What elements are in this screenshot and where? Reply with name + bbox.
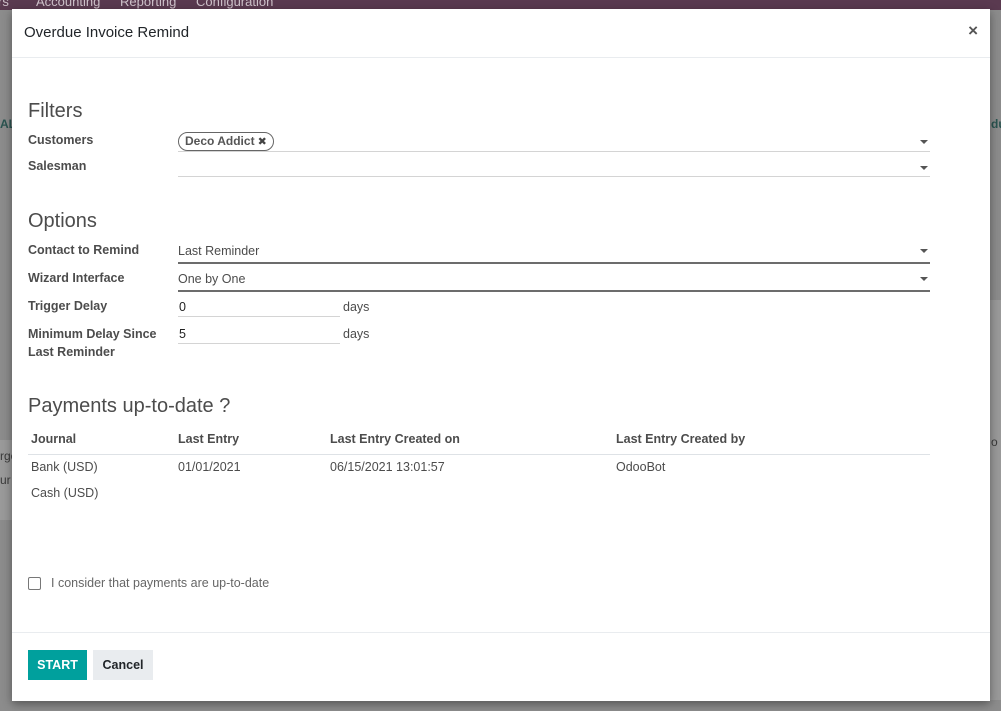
- menu-item-accounting[interactable]: Accounting: [36, 0, 100, 9]
- start-button[interactable]: START: [28, 650, 87, 680]
- table-cell-journal: Cash (USD): [31, 486, 99, 500]
- cancel-button[interactable]: Cancel: [93, 650, 153, 680]
- customers-dropdown-icon[interactable]: [920, 140, 928, 144]
- close-icon[interactable]: ×: [968, 22, 978, 39]
- customer-tag: Deco Addict ✖: [178, 132, 274, 151]
- contact-to-remind-label: Contact to Remind: [28, 243, 140, 257]
- wizard-interface-underline: [178, 290, 930, 292]
- column-header-last-entry: Last Entry: [178, 432, 240, 446]
- menu-item-partial[interactable]: rs: [0, 0, 9, 9]
- trigger-delay-label: Trigger Delay: [28, 299, 108, 313]
- column-header-created-by: Last Entry Created by: [616, 432, 746, 446]
- table-header-divider: [28, 454, 930, 455]
- salesman-label: Salesman: [28, 159, 87, 173]
- trigger-delay-input[interactable]: [178, 297, 340, 317]
- options-section-title: Options: [28, 210, 97, 232]
- table-cell-journal: Bank (USD): [31, 460, 98, 474]
- payments-up-to-date-checkbox[interactable]: [28, 577, 41, 590]
- filters-section-title: Filters: [28, 100, 83, 122]
- table-cell-last-entry: 01/01/2021: [178, 460, 241, 474]
- minimum-delay-label: Minimum Delay Since Last Reminder: [28, 327, 157, 359]
- customers-label: Customers: [28, 133, 94, 147]
- menu-item-reporting[interactable]: Reporting: [120, 0, 176, 9]
- minimum-delay-input[interactable]: [178, 324, 340, 344]
- payments-up-to-date-label[interactable]: I consider that payments are up-to-date: [51, 576, 269, 590]
- background-edge-text: du: [991, 117, 1001, 131]
- minimum-delay-unit: days: [343, 327, 370, 341]
- salesman-field[interactable]: [178, 176, 930, 177]
- contact-dropdown-icon[interactable]: [920, 249, 928, 253]
- wizard-dropdown-icon[interactable]: [920, 277, 928, 281]
- wizard-interface-label: Wizard Interface: [28, 271, 125, 285]
- dialog-title: Overdue Invoice Remind: [24, 24, 190, 41]
- background-right-panel: [990, 300, 1001, 700]
- trigger-delay-unit: days: [343, 300, 370, 314]
- menu-item-configuration[interactable]: Configuration: [196, 0, 273, 9]
- column-header-journal: Journal: [31, 432, 77, 446]
- salesman-dropdown-icon[interactable]: [920, 166, 928, 170]
- background-edge-text: ur: [0, 473, 11, 487]
- customers-field[interactable]: [178, 151, 930, 152]
- wizard-interface-select[interactable]: One by One: [178, 272, 245, 286]
- customer-tag-label: Deco Addict: [185, 134, 255, 148]
- table-cell-created-on: 06/15/2021 13:01:57: [330, 460, 445, 474]
- overdue-invoice-remind-dialog: Overdue Invoice Remind × Filters Custome…: [12, 9, 990, 701]
- payments-section-title: Payments up-to-date ?: [28, 395, 231, 417]
- remove-tag-icon[interactable]: ✖: [258, 136, 267, 148]
- dialog-footer: START Cancel: [12, 632, 990, 701]
- table-cell-created-by: OdooBot: [616, 460, 666, 474]
- dialog-header: Overdue Invoice Remind ×: [12, 9, 990, 58]
- contact-to-remind-select[interactable]: Last Reminder: [178, 244, 259, 258]
- background-edge-text: o: [991, 435, 998, 449]
- contact-to-remind-underline: [178, 262, 930, 264]
- column-header-created-on: Last Entry Created on: [330, 432, 460, 446]
